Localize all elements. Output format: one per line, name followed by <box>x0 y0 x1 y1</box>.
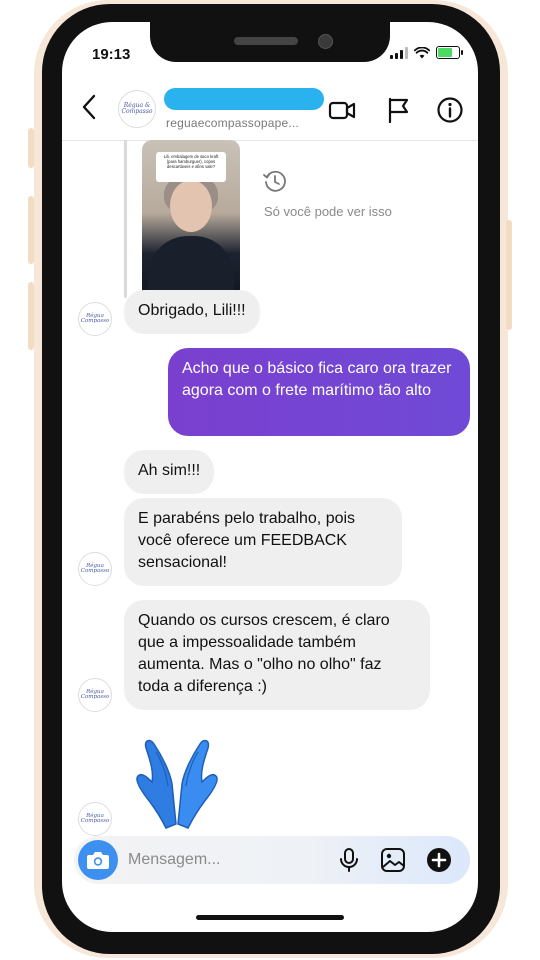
camera-icon <box>87 852 109 869</box>
incoming-message[interactable]: Ah sim!!! <box>124 450 215 494</box>
video-call-icon[interactable] <box>328 96 356 124</box>
private-visibility-note: Só você pode ver isso <box>264 204 392 219</box>
avatar-logo-text: Régua Compasso <box>80 688 110 700</box>
gallery-icon[interactable] <box>380 847 406 873</box>
info-icon[interactable] <box>436 96 464 124</box>
message-composer <box>74 836 470 884</box>
avatar-logo-text: Régua Compasso <box>80 562 110 574</box>
plus-circle-icon[interactable] <box>426 847 452 873</box>
speaker-grille <box>234 37 298 45</box>
outgoing-message[interactable]: Acho que o básico fica caro ora trazer a… <box>168 348 470 436</box>
avatar-logo-text: Régua Compasso <box>80 812 110 824</box>
avatar[interactable]: Régua Compasso <box>78 552 112 586</box>
profile-handle[interactable]: reguaecompassopape... <box>166 116 299 130</box>
battery-icon <box>436 46 463 59</box>
signal-icon <box>390 46 408 59</box>
phone-side-button <box>28 282 34 350</box>
camera-button[interactable] <box>78 840 118 880</box>
avatar[interactable]: Régua Compasso <box>78 302 112 336</box>
avatar-logo-text: Régua & Compasso <box>121 102 153 115</box>
message-input[interactable] <box>128 848 278 872</box>
home-indicator[interactable] <box>196 915 344 920</box>
microphone-icon[interactable] <box>336 847 362 873</box>
praying-hands-icon[interactable] <box>132 732 222 832</box>
avatar[interactable]: Régua & Compasso <box>118 90 156 128</box>
wifi-icon <box>414 46 430 58</box>
avatar[interactable]: Régua Compasso <box>78 802 112 836</box>
back-chevron-icon[interactable] <box>78 92 102 122</box>
redacted-username[interactable] <box>164 88 324 110</box>
incoming-message[interactable]: Obrigado, Lili!!! <box>124 290 260 334</box>
history-clock-icon <box>263 170 286 192</box>
phone-side-button <box>28 128 34 168</box>
status-icons <box>390 46 463 59</box>
avatar[interactable]: Régua Compasso <box>78 678 112 712</box>
chat-header: Régua & Compasso reguaecompassopape... <box>62 78 478 141</box>
story-caption: Lili, embalagem de saco kraft (para hamb… <box>156 152 226 182</box>
incoming-message[interactable]: E parabéns pelo trabalho, pois você ofer… <box>124 498 402 586</box>
story-reply-line <box>124 140 127 298</box>
story-person-face <box>170 180 212 232</box>
phone-notch <box>150 22 390 62</box>
status-time: 19:13 <box>92 46 131 63</box>
flag-icon[interactable] <box>384 96 412 124</box>
incoming-message[interactable]: Quando os cursos crescem, é claro que a … <box>124 600 430 710</box>
phone-screen: 19:13 Régua & Compasso reguaecompassopap… <box>62 22 478 932</box>
story-thumbnail[interactable]: Lili, embalagem de saco kraft (para hamb… <box>142 140 240 302</box>
phone-side-button <box>28 196 34 264</box>
phone-side-button <box>506 220 512 330</box>
avatar-logo-text: Régua Compasso <box>80 312 110 324</box>
front-camera <box>318 34 333 49</box>
